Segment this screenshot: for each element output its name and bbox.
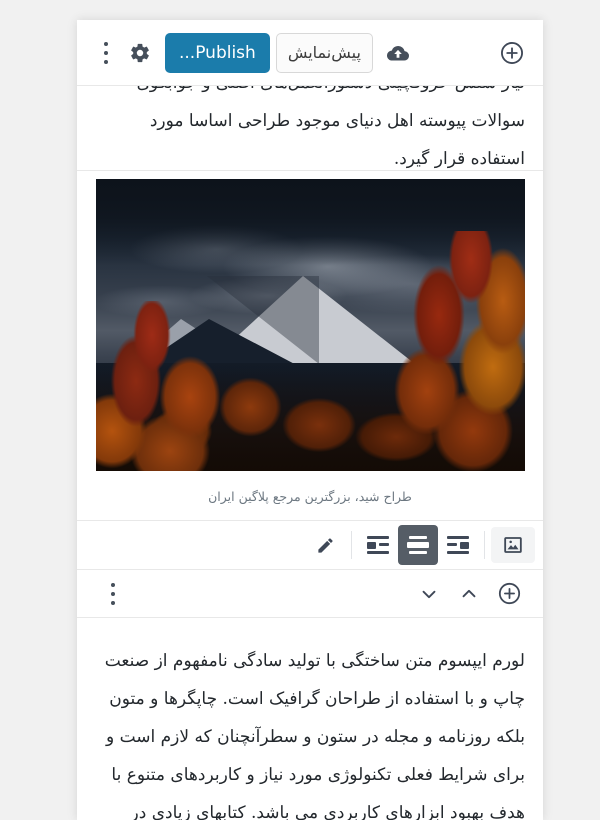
save-draft-button[interactable] — [381, 33, 415, 73]
dots-vertical-icon — [111, 582, 115, 605]
block-options-button[interactable] — [93, 574, 133, 614]
publish-button[interactable]: Publish... — [165, 32, 270, 73]
block-navigation-bar — [77, 570, 543, 618]
chevron-down-icon — [418, 583, 440, 605]
paragraph-body-text: لورم ایپسوم متن ساختگی با تولید سادگی نا… — [104, 651, 525, 820]
align-left-button[interactable] — [358, 525, 398, 565]
editor-card: Publish... پیش‌نمایش نیاز سلس حروفچینی د… — [77, 20, 543, 820]
gear-icon — [129, 42, 151, 64]
align-center-icon — [407, 536, 429, 554]
block-format-toolbar — [77, 520, 543, 570]
image-block[interactable]: طراح شید، بزرگترین مرجع پلاگین ایران — [77, 171, 543, 520]
align-center-button[interactable] — [398, 525, 438, 565]
image-figure: طراح شید، بزرگترین مرجع پلاگین ایران — [77, 179, 543, 520]
dots-vertical-icon — [104, 41, 108, 64]
edit-image-button[interactable] — [305, 525, 345, 565]
add-block-button[interactable] — [495, 33, 529, 73]
chevron-up-icon — [458, 583, 480, 605]
align-right-icon — [447, 536, 469, 554]
align-left-icon — [367, 536, 389, 554]
settings-button[interactable] — [123, 33, 157, 73]
toolbar-divider-2 — [484, 531, 485, 559]
paragraph-top-text: نیاز سلس حروفچینی دستورالعمل‌های اصلی و … — [137, 86, 525, 169]
paragraph-block-top[interactable]: نیاز سلس حروفچینی دستورالعمل‌های اصلی و … — [77, 86, 543, 171]
image-caption[interactable]: طراح شید، بزرگترین مرجع پلاگین ایران — [77, 471, 543, 520]
replace-image-button[interactable] — [491, 527, 535, 563]
paragraph-block-body[interactable]: لورم ایپسوم متن ساختگی با تولید سادگی نا… — [77, 618, 543, 820]
move-block-up-button[interactable] — [449, 574, 489, 614]
pencil-icon — [316, 536, 335, 555]
plus-circle-icon — [497, 581, 522, 606]
photo-trees-left — [95, 301, 240, 471]
align-right-button[interactable] — [438, 525, 478, 565]
more-options-button[interactable] — [89, 33, 123, 73]
insert-block-button[interactable] — [489, 574, 529, 614]
editor-content: نیاز سلس حروفچینی دستورالعمل‌های اصلی و … — [77, 86, 543, 820]
toolbar-divider — [351, 531, 352, 559]
cloud-upload-icon — [386, 43, 410, 63]
photo-trees-right — [342, 231, 525, 471]
plus-circle-icon — [499, 40, 525, 66]
editor-toolbar: Publish... پیش‌نمایش — [77, 20, 543, 86]
move-block-down-button[interactable] — [409, 574, 449, 614]
mountain-autumn-photo[interactable] — [95, 179, 525, 471]
preview-button[interactable]: پیش‌نمایش — [275, 32, 373, 73]
image-icon — [503, 535, 523, 555]
